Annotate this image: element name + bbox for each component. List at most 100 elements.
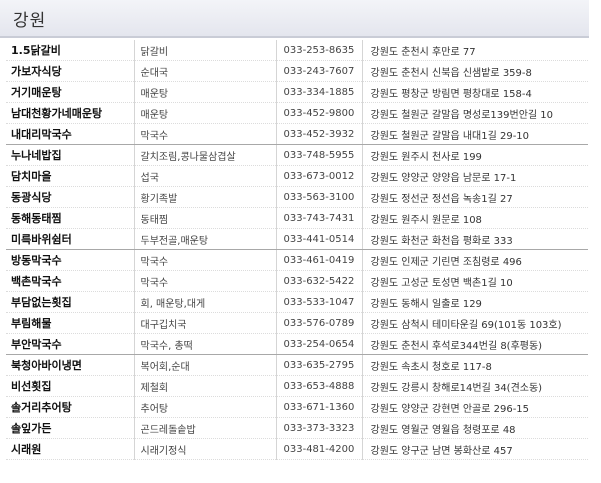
restaurant-row: 1.5닭갈비 닭갈비 033-253-8635 강원도 춘천시 후만로 77 [6,40,588,61]
restaurant-food: 갈치조림,콩나물삼겹살 [133,144,276,166]
restaurant-name: 동광식당 [6,186,134,208]
restaurant-phone: 033-563-3100 [275,186,362,208]
restaurant-name: 미륵바위쉼터 [6,228,134,250]
restaurant-phone: 033-243-7607 [275,60,362,82]
restaurant-name: 솔거리추어탕 [6,396,134,418]
restaurant-address: 강원도 동해시 일출로 129 [361,291,588,313]
restaurant-name: 백촌막국수 [6,270,134,292]
region-title: 강원 [13,11,47,31]
restaurant-phone: 033-481-4200 [275,438,362,460]
restaurant-food: 매운탕 [133,102,276,124]
restaurant-food: 닭갈비 [133,40,276,61]
restaurant-row: 담치마을 섭국 033-673-0012 강원도 양양군 양양읍 남문로 17-1 [6,165,588,187]
restaurant-row: 솔잎가든 곤드레돌솥밥 033-373-3323 강원도 영월군 영월읍 청령포로 4… [6,417,588,439]
restaurant-name: 북청아바이냉면 [6,354,134,376]
restaurant-row: 미륵바위쉼터 두부전골,매운탕 033-441-0514 강원도 화천군 화천읍 평화… [6,228,588,250]
restaurant-row: 비선횟집 제철회 033-653-4888 강원도 강릉시 창해로14번길 34(견소… [6,375,588,397]
restaurant-phone: 033-671-1360 [275,396,362,418]
restaurant-address: 강원도 양양군 양양읍 남문로 17-1 [361,165,588,187]
restaurant-address: 강원도 속초시 청호로 117-8 [361,354,588,376]
restaurant-phone: 033-748-5955 [275,144,362,166]
restaurant-name: 누나네밥집 [6,144,134,166]
restaurant-phone: 033-253-8635 [275,40,362,61]
restaurant-name: 방동막국수 [6,249,134,271]
restaurant-row: 부림해물 대구깁치국 033-576-0789 강원도 삼척시 테미타운길 69(10… [6,312,588,334]
restaurant-address: 강원도 춘천시 신북읍 신샘밭로 359-8 [361,60,588,82]
restaurant-name: 가보자식당 [6,60,134,82]
restaurant-food: 대구깁치국 [133,312,276,334]
restaurant-row: 누나네밥집 갈치조림,콩나물삼겹살 033-748-5955 강원도 원주시 천사로 … [6,144,588,166]
restaurant-phone: 033-373-3323 [275,417,362,439]
restaurant-name: 부담없는횟집 [6,291,134,313]
restaurant-name: 내대리막국수 [6,123,134,145]
restaurant-row: 가보자식당 순대국 033-243-7607 강원도 춘천시 신북읍 신샘밭로 359… [6,60,588,82]
restaurant-food: 막국수 [133,123,276,145]
restaurant-row: 솔거리추어탕 추어탕 033-671-1360 강원도 양양군 강현면 안골로 296… [6,396,588,418]
restaurant-food: 곤드레돌솥밥 [133,417,276,439]
restaurant-food: 섭국 [133,165,276,187]
restaurant-address: 강원도 원주시 원문로 108 [361,207,588,229]
restaurant-food: 동태찜 [133,207,276,229]
restaurant-food: 순대국 [133,60,276,82]
restaurant-address: 강원도 철원군 갈말읍 내대1길 29-10 [361,123,588,145]
restaurant-name: 부안막국수 [6,333,134,355]
restaurant-table: 1.5닭갈비 닭갈비 033-253-8635 강원도 춘천시 후만로 77 가보자식당… [6,40,588,460]
restaurant-row: 거기매운탕 매운탕 033-334-1885 강원도 평창군 방림면 평창대로 158… [6,81,588,103]
restaurant-name: 비선횟집 [6,375,134,397]
restaurant-food: 두부전골,매운탕 [133,228,276,250]
restaurant-food: 추어탕 [133,396,276,418]
restaurant-phone: 033-673-0012 [275,165,362,187]
restaurant-phone: 033-452-3932 [275,123,362,145]
restaurant-row: 내대리막국수 막국수 033-452-3932 강원도 철원군 갈말읍 내대1길 29… [6,123,588,145]
region-header: 강원 [0,0,589,38]
restaurant-phone: 033-254-0654 [275,333,362,355]
restaurant-food: 시래기정식 [133,438,276,460]
restaurant-phone: 033-653-4888 [275,375,362,397]
restaurant-phone: 033-452-9800 [275,102,362,124]
restaurant-name: 담치마을 [6,165,134,187]
restaurant-table-body: 1.5닭갈비 닭갈비 033-253-8635 강원도 춘천시 후만로 77 가보자식당… [6,40,588,460]
restaurant-name: 남대천황가네매운탕 [6,102,134,124]
restaurant-row: 방동막국수 막국수 033-461-0419 강원도 인제군 기린면 조침령로 496 [6,249,588,271]
restaurant-phone: 033-334-1885 [275,81,362,103]
restaurant-address: 강원도 양양군 강현면 안골로 296-15 [361,396,588,418]
restaurant-address: 강원도 원주시 천사로 199 [361,144,588,166]
restaurant-phone: 033-635-2795 [275,354,362,376]
restaurant-food: 복어회,순대 [133,354,276,376]
restaurant-address: 강원도 평창군 방림면 평창대로 158-4 [361,81,588,103]
restaurant-address: 강원도 삼척시 테미타운길 69(101동 103호) [361,312,588,334]
restaurant-address: 강원도 철원군 갈말읍 명성로139번안길 10 [361,102,588,124]
restaurant-food: 황기족발 [133,186,276,208]
restaurant-row: 북청아바이냉면 복어회,순대 033-635-2795 강원도 속초시 청호로 117… [6,354,588,376]
restaurant-name: 1.5닭갈비 [6,40,134,61]
restaurant-phone: 033-632-5422 [275,270,362,292]
restaurant-food: 막국수 [133,249,276,271]
restaurant-phone: 033-743-7431 [275,207,362,229]
restaurant-phone: 033-461-0419 [275,249,362,271]
restaurant-food: 막국수 [133,270,276,292]
restaurant-row: 부안막국수 막국수, 총떡 033-254-0654 강원도 춘천시 후석로344번길… [6,333,588,355]
restaurant-phone: 033-533-1047 [275,291,362,313]
restaurant-address: 강원도 인제군 기린면 조침령로 496 [361,249,588,271]
restaurant-row: 남대천황가네매운탕 매운탕 033-452-9800 강원도 철원군 갈말읍 명성로1… [6,102,588,124]
restaurant-phone: 033-441-0514 [275,228,362,250]
restaurant-row: 백촌막국수 막국수 033-632-5422 강원도 고성군 토성면 백촌1길 10 [6,270,588,292]
restaurant-name: 동해동태찜 [6,207,134,229]
restaurant-address: 강원도 강릉시 창해로14번길 34(견소동) [361,375,588,397]
restaurant-address: 강원도 양구군 남면 봉화산로 457 [361,438,588,460]
restaurant-row: 시래원 시래기정식 033-481-4200 강원도 양구군 남면 봉화산로 457 [6,438,588,460]
restaurant-food: 매운탕 [133,81,276,103]
restaurant-address: 강원도 화천군 화천읍 평화로 333 [361,228,588,250]
restaurant-row: 동광식당 황기족발 033-563-3100 강원도 정선군 정선읍 녹송1길 27 [6,186,588,208]
restaurant-food: 회, 매운탕,대게 [133,291,276,313]
restaurant-address: 강원도 영월군 영월읍 청령포로 48 [361,417,588,439]
restaurant-row: 부담없는횟집 회, 매운탕,대게 033-533-1047 강원도 동해시 일출로 1… [6,291,588,313]
restaurant-name: 거기매운탕 [6,81,134,103]
restaurant-phone: 033-576-0789 [275,312,362,334]
restaurant-name: 솔잎가든 [6,417,134,439]
restaurant-address: 강원도 정선군 정선읍 녹송1길 27 [361,186,588,208]
restaurant-address: 강원도 춘천시 후석로344번길 8(후평동) [361,333,588,355]
restaurant-address: 강원도 고성군 토성면 백촌1길 10 [361,270,588,292]
restaurant-row: 동해동태찜 동태찜 033-743-7431 강원도 원주시 원문로 108 [6,207,588,229]
restaurant-food: 제철회 [133,375,276,397]
